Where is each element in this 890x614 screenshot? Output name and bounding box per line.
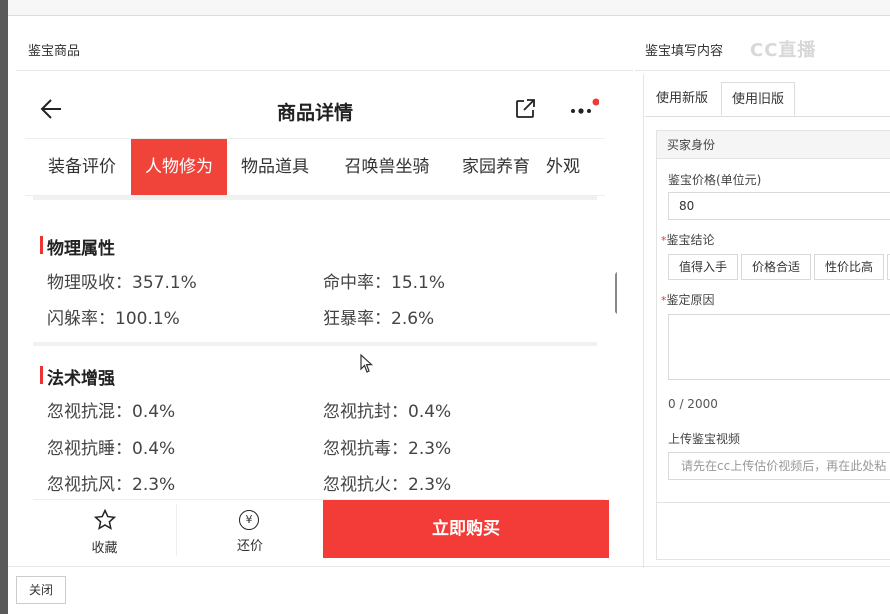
form-section-head: 买家身份	[657, 131, 890, 159]
price-label: 鉴宝价格(单位元)	[668, 173, 762, 187]
buy-now-button[interactable]: 立即购买	[323, 500, 609, 558]
divider	[33, 342, 597, 346]
reason-label-text: 鉴定原因	[666, 293, 715, 307]
conclusion-option-price[interactable]: 价格合适	[741, 254, 812, 280]
attr-value: 命中率：15.1%	[323, 273, 446, 293]
attr-value: 忽视抗封：0.4%	[323, 402, 452, 422]
attr-value: 狂暴率：2.6%	[323, 309, 435, 329]
section-marker	[40, 366, 43, 384]
attr-value: 物理吸收：357.1%	[47, 273, 197, 293]
category-tabs: 装备评价 人物修为 物品道具 召唤兽坐骑 家园养育 外观	[25, 138, 605, 196]
divider	[33, 196, 597, 200]
share-icon[interactable]	[513, 97, 537, 121]
tab-old-version[interactable]: 使用旧版	[721, 82, 796, 116]
video-link-input[interactable]: 请先在cc上传估价视频后，再在此处粘	[668, 452, 890, 480]
conclusion-label: *鉴宝结论	[661, 231, 715, 248]
attr-value: 忽视抗毒：2.3%	[323, 439, 452, 459]
star-icon	[93, 508, 117, 530]
more-dots-icon[interactable]	[569, 98, 599, 120]
favorite-label: 收藏	[91, 541, 118, 556]
left-panel-title: 鉴宝商品	[28, 44, 81, 59]
purchase-bar: 收藏 ¥ 还价 立即购买	[33, 499, 609, 558]
divider	[656, 502, 890, 503]
tab-character[interactable]: 人物修为	[131, 139, 227, 195]
left-edge-strip	[0, 0, 8, 614]
app-window: 鉴宝商品 鉴宝填写内容 CC直播 商品详情 装备评价 人物修为 物品道具 召唤兽…	[0, 0, 890, 614]
tab-appearance[interactable]: 外观	[541, 139, 585, 195]
conclusion-label-text: 鉴宝结论	[666, 233, 715, 247]
divider	[645, 116, 890, 117]
tab-new-version[interactable]: 使用新版	[646, 82, 718, 116]
divider	[16, 70, 633, 71]
reason-label: *鉴定原因	[661, 291, 715, 308]
yuan-icon: ¥	[239, 510, 259, 530]
divider	[8, 566, 890, 567]
counter-offer-label: 还价	[236, 539, 263, 554]
tab-home[interactable]: 家园养育	[443, 139, 549, 195]
counter-offer-button[interactable]: ¥ 还价	[177, 500, 323, 558]
close-button[interactable]: 关闭	[16, 576, 66, 604]
scrollbar-thumb[interactable]	[615, 272, 617, 314]
mouse-cursor-icon	[360, 354, 374, 373]
tab-items[interactable]: 物品道具	[231, 139, 319, 195]
attr-value: 闪躲率：100.1%	[47, 309, 180, 329]
section-marker	[40, 236, 43, 254]
tab-equipment[interactable]: 装备评价	[33, 139, 131, 195]
attr-value: 忽视抗睡：0.4%	[47, 439, 176, 459]
divider	[635, 70, 890, 71]
appraisal-dialog: 鉴宝商品 鉴宝填写内容 CC直播 商品详情 装备评价 人物修为 物品道具 召唤兽…	[8, 16, 890, 614]
price-input[interactable]: 80	[668, 192, 890, 220]
attr-value: 忽视抗火：2.3%	[323, 475, 452, 495]
conclusion-option-worth[interactable]: 值得入手	[668, 254, 739, 280]
top-bar	[8, 0, 890, 16]
char-counter: 0 / 2000	[668, 397, 718, 411]
attr-value: 忽视抗混：0.4%	[47, 402, 176, 422]
product-nav-bar: 商品详情	[25, 76, 605, 138]
attr-value: 忽视抗风：2.3%	[47, 475, 176, 495]
reason-textarea[interactable]	[668, 314, 890, 380]
favorite-button[interactable]: 收藏	[33, 500, 176, 558]
section-title-physical: 物理属性	[47, 239, 115, 259]
section-title-magic: 法术增强	[47, 369, 115, 389]
product-preview: 商品详情 装备评价 人物修为 物品道具 召唤兽坐骑 家园养育 外观 物理属性 物…	[25, 76, 617, 558]
right-panel-title: 鉴宝填写内容	[645, 44, 724, 59]
cc-logo-watermark: CC直播	[750, 40, 817, 61]
panel-divider	[643, 74, 644, 568]
tab-pets[interactable]: 召唤兽坐骑	[325, 139, 449, 195]
conclusion-option-value[interactable]: 性价比高	[814, 254, 885, 280]
video-label: 上传鉴宝视频	[668, 432, 741, 446]
